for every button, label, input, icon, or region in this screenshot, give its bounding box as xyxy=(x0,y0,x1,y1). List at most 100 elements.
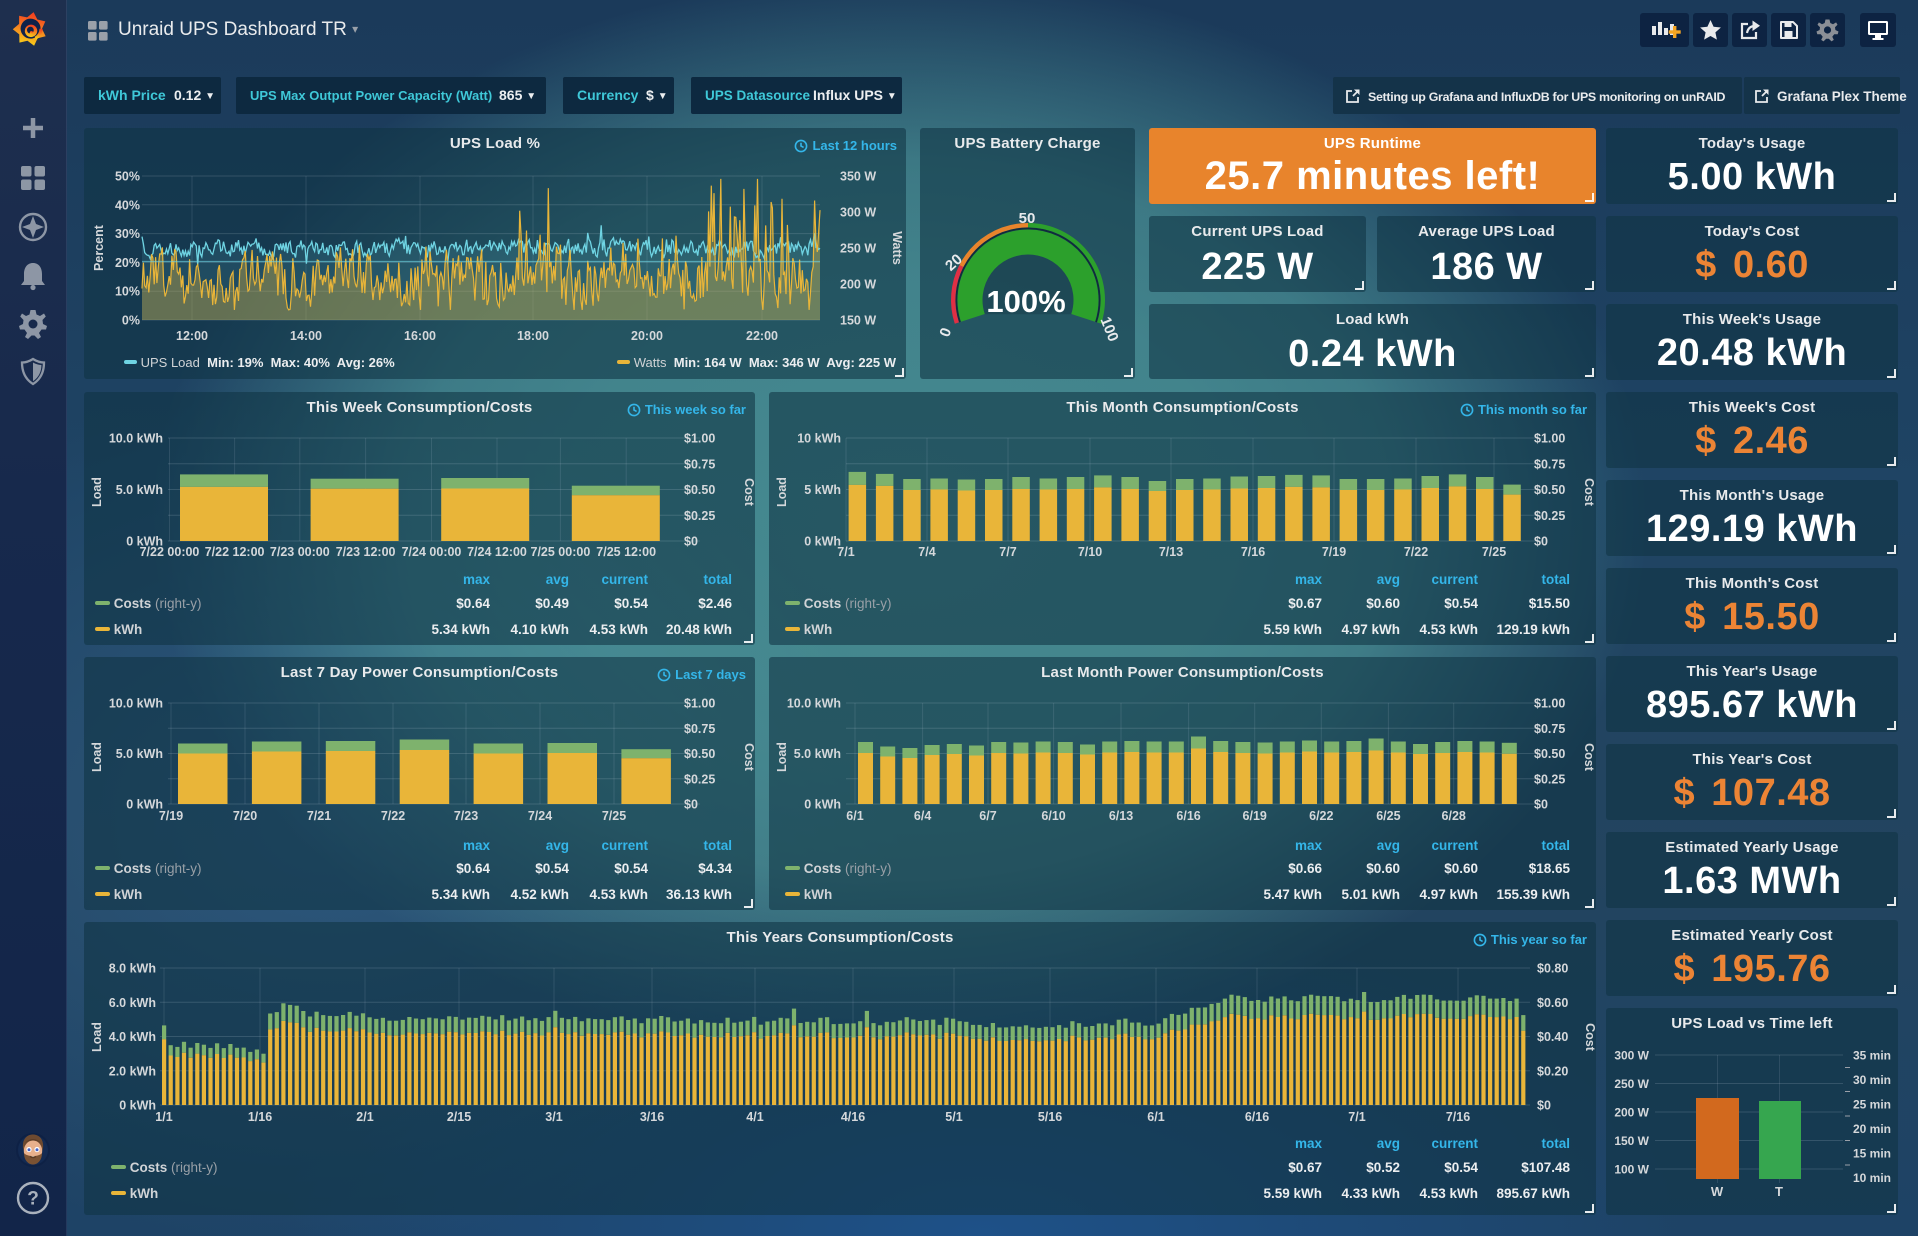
svg-text:7/22: 7/22 xyxy=(381,809,405,823)
svg-text:7/13: 7/13 xyxy=(1159,545,1183,559)
svg-text:$0: $0 xyxy=(684,798,698,812)
svg-text:300 W: 300 W xyxy=(1614,1049,1649,1063)
svg-text:50%: 50% xyxy=(115,170,140,184)
svg-text:15 min: 15 min xyxy=(1853,1147,1891,1161)
svg-text:Load: Load xyxy=(775,477,789,507)
svg-text:20%: 20% xyxy=(115,256,140,270)
svg-text:$0: $0 xyxy=(684,535,698,549)
svg-text:$1.00: $1.00 xyxy=(1534,697,1565,711)
svg-text:0 kWh: 0 kWh xyxy=(119,1099,156,1113)
svg-text:7/16: 7/16 xyxy=(1241,545,1265,559)
svg-text:100 W: 100 W xyxy=(1614,1163,1649,1177)
svg-text:2/1: 2/1 xyxy=(356,1110,373,1124)
svg-text:100: 100 xyxy=(1097,315,1122,345)
svg-text:6/7: 6/7 xyxy=(979,809,996,823)
svg-text:200 W: 200 W xyxy=(840,278,876,292)
svg-text:20:00: 20:00 xyxy=(631,329,663,343)
svg-text:5.0 kWh: 5.0 kWh xyxy=(794,747,841,761)
svg-text:7/24 12:00: 7/24 12:00 xyxy=(467,545,527,559)
svg-text:$0.80: $0.80 xyxy=(1537,962,1568,976)
svg-text:7/22 12:00: 7/22 12:00 xyxy=(205,545,265,559)
svg-text:7/23 00:00: 7/23 00:00 xyxy=(270,545,330,559)
svg-text:$0.20: $0.20 xyxy=(1537,1064,1568,1078)
svg-text:150 W: 150 W xyxy=(840,314,876,328)
svg-text:7/24: 7/24 xyxy=(528,809,552,823)
svg-text:7/19: 7/19 xyxy=(1322,545,1346,559)
svg-text:Cost: Cost xyxy=(1582,743,1596,772)
svg-text:6/28: 6/28 xyxy=(1442,809,1466,823)
svg-text:50: 50 xyxy=(1019,210,1036,227)
svg-text:$0.75: $0.75 xyxy=(684,722,715,736)
svg-text:Watts: Watts xyxy=(890,231,904,265)
svg-text:7/19: 7/19 xyxy=(159,809,183,823)
svg-text:$0.50: $0.50 xyxy=(1534,483,1565,497)
svg-text:10.0 kWh: 10.0 kWh xyxy=(109,697,163,711)
svg-text:0%: 0% xyxy=(122,314,140,328)
svg-text:Cost: Cost xyxy=(742,478,755,507)
svg-text:200 W: 200 W xyxy=(1614,1106,1649,1120)
svg-text:$0: $0 xyxy=(1534,535,1548,549)
svg-text:8.0 kWh: 8.0 kWh xyxy=(109,962,156,976)
svg-text:$0.75: $0.75 xyxy=(684,457,715,471)
svg-text:7/25 12:00: 7/25 12:00 xyxy=(596,545,656,559)
svg-text:350 W: 350 W xyxy=(840,170,876,184)
svg-text:7/23 12:00: 7/23 12:00 xyxy=(336,545,396,559)
svg-text:7/25: 7/25 xyxy=(1482,545,1506,559)
svg-text:2/15: 2/15 xyxy=(447,1110,471,1124)
svg-text:$0.40: $0.40 xyxy=(1537,1030,1568,1044)
svg-text:5.0 kWh: 5.0 kWh xyxy=(116,483,163,497)
svg-text:25 min: 25 min xyxy=(1853,1098,1891,1112)
svg-text:100%: 100% xyxy=(986,284,1065,319)
svg-text:7/7: 7/7 xyxy=(999,545,1016,559)
svg-text:$0.25: $0.25 xyxy=(684,509,715,523)
svg-text:Load: Load xyxy=(90,1022,104,1052)
svg-text:$0: $0 xyxy=(1534,798,1548,812)
svg-text:$0.75: $0.75 xyxy=(1534,722,1565,736)
svg-text:4.0 kWh: 4.0 kWh xyxy=(109,1030,156,1044)
svg-text:?: ? xyxy=(27,1189,39,1210)
svg-text:6/25: 6/25 xyxy=(1376,809,1400,823)
svg-text:30 min: 30 min xyxy=(1853,1073,1891,1087)
svg-text:35 min: 35 min xyxy=(1853,1049,1891,1063)
svg-text:T: T xyxy=(1775,1184,1783,1199)
svg-text:10.0 kWh: 10.0 kWh xyxy=(109,432,163,446)
svg-text:6/16: 6/16 xyxy=(1176,809,1200,823)
svg-text:5/1: 5/1 xyxy=(945,1110,962,1124)
svg-text:1/16: 1/16 xyxy=(248,1110,272,1124)
svg-text:5 kWh: 5 kWh xyxy=(804,483,841,497)
svg-text:7/1: 7/1 xyxy=(837,545,854,559)
svg-text:$1.00: $1.00 xyxy=(684,432,715,446)
svg-text:10.0 kWh: 10.0 kWh xyxy=(787,697,841,711)
svg-text:6/1: 6/1 xyxy=(846,809,863,823)
svg-text:3/1: 3/1 xyxy=(545,1110,562,1124)
svg-text:6/10: 6/10 xyxy=(1041,809,1065,823)
svg-text:0 kWh: 0 kWh xyxy=(804,798,841,812)
svg-text:40%: 40% xyxy=(115,198,140,212)
svg-text:Cost: Cost xyxy=(742,743,755,772)
svg-text:7/22: 7/22 xyxy=(1404,545,1428,559)
svg-text:Load: Load xyxy=(90,742,104,772)
svg-text:$0.50: $0.50 xyxy=(684,747,715,761)
svg-text:Load: Load xyxy=(775,742,789,772)
svg-text:150 W: 150 W xyxy=(1614,1134,1649,1148)
svg-text:14:00: 14:00 xyxy=(290,329,322,343)
svg-text:20 min: 20 min xyxy=(1853,1122,1891,1136)
svg-text:$1.00: $1.00 xyxy=(1534,432,1565,446)
svg-text:6/22: 6/22 xyxy=(1309,809,1333,823)
svg-text:W: W xyxy=(1711,1184,1724,1199)
svg-text:$0.75: $0.75 xyxy=(1534,457,1565,471)
svg-text:7/25: 7/25 xyxy=(602,809,626,823)
svg-text:18:00: 18:00 xyxy=(517,329,549,343)
svg-text:$0.25: $0.25 xyxy=(1534,509,1565,523)
svg-text:0 kWh: 0 kWh xyxy=(126,798,163,812)
svg-text:250 W: 250 W xyxy=(1614,1077,1649,1091)
svg-text:$0.25: $0.25 xyxy=(1534,772,1565,786)
svg-text:5/16: 5/16 xyxy=(1038,1110,1062,1124)
svg-text:1/1: 1/1 xyxy=(155,1110,172,1124)
svg-text:$0.50: $0.50 xyxy=(1534,747,1565,761)
svg-text:4/1: 4/1 xyxy=(746,1110,763,1124)
svg-text:6/1: 6/1 xyxy=(1147,1110,1164,1124)
svg-text:Percent: Percent xyxy=(92,224,106,271)
svg-text:300 W: 300 W xyxy=(840,206,876,220)
svg-text:6/19: 6/19 xyxy=(1243,809,1267,823)
